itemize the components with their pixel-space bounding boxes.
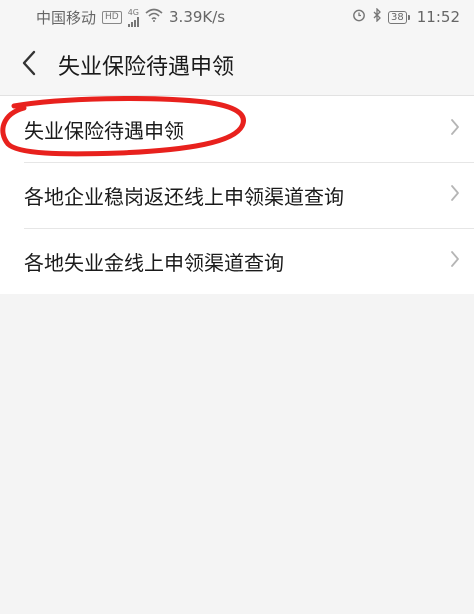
status-bar-right: 38 11:52 — [352, 7, 460, 26]
bluetooth-icon — [372, 7, 382, 26]
chevron-right-icon — [450, 250, 460, 272]
network-speed: 3.39K/s — [169, 8, 226, 26]
back-button[interactable] — [4, 34, 54, 96]
chevron-right-icon — [450, 118, 460, 140]
status-bar-left: 中国移动 HD 4G 3.39K/s — [36, 7, 225, 28]
status-bar: 中国移动 HD 4G 3.39K/s 38 11:52 — [0, 0, 474, 34]
hd-badge: HD — [102, 10, 122, 24]
list-item-label: 失业保险待遇申领 — [24, 118, 184, 143]
navigation-bar: 失业保险待遇申领 — [0, 34, 474, 96]
chevron-right-icon — [450, 184, 460, 206]
list-item-label: 各地失业金线上申领渠道查询 — [24, 250, 284, 275]
list-item-label: 各地企业稳岗返还线上申领渠道查询 — [24, 184, 344, 209]
list-item-unemployment-fund-channel-query[interactable]: 各地失业金线上申领渠道查询 — [0, 228, 474, 294]
wifi-icon — [145, 8, 163, 26]
clock: 11:52 — [416, 8, 460, 26]
chevron-left-icon — [21, 50, 37, 80]
list-item-unemployment-benefit-claim[interactable]: 失业保险待遇申领 — [0, 96, 474, 162]
network-type-label: 4G — [127, 7, 140, 17]
cellular-signal-icon: 4G — [127, 7, 140, 27]
battery-icon: 38 — [388, 10, 410, 24]
alarm-icon — [352, 8, 366, 26]
list-item-job-stabilization-refund-query[interactable]: 各地企业稳岗返还线上申领渠道查询 — [0, 162, 474, 228]
service-list: 失业保险待遇申领 各地企业稳岗返还线上申领渠道查询 各地失业金线上申领渠道查询 — [0, 96, 474, 294]
page-title: 失业保险待遇申领 — [58, 54, 235, 80]
carrier-label: 中国移动 — [36, 8, 97, 27]
